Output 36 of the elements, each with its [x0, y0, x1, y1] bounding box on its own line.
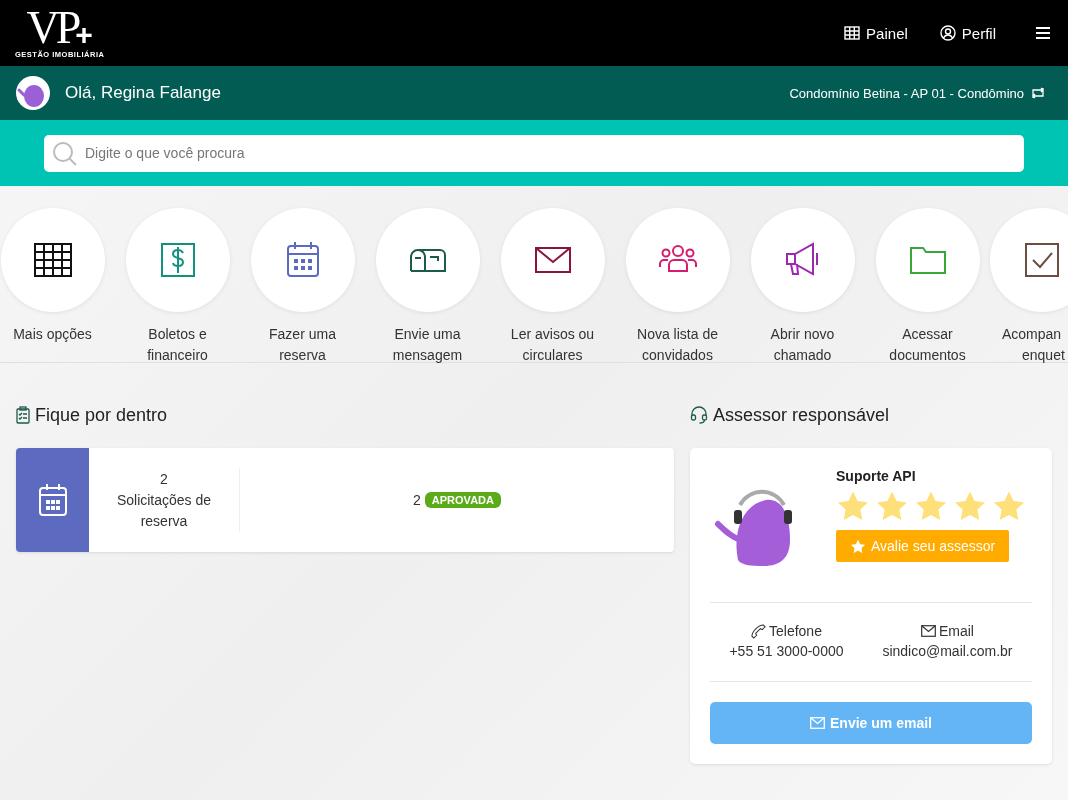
star-rating[interactable]	[836, 490, 1026, 522]
star-icon	[992, 490, 1026, 522]
status-count: 2	[413, 492, 421, 508]
unit-switch-link[interactable]: Condomínio Betina - AP 01 - Condômino	[789, 85, 1046, 101]
menu-icon[interactable]	[1036, 27, 1050, 39]
envelope-icon	[810, 717, 826, 729]
calendar-icon	[37, 483, 68, 517]
status-badge: APROVADA	[424, 492, 501, 508]
star-icon	[914, 490, 948, 522]
reservation-card[interactable]: 2 Solicitações de reserva 2 APROVADA	[16, 448, 674, 552]
profile-link[interactable]: Perfil	[939, 24, 996, 42]
section-title: Fique por dentro	[35, 404, 168, 426]
panel-link[interactable]: Painel	[844, 24, 908, 42]
star-icon	[875, 490, 909, 522]
phone-number: +55 51 3000-0000	[729, 643, 844, 659]
phone-label: Telefone	[769, 623, 822, 639]
email-label: Email	[938, 623, 974, 639]
request-label: Solicitações de reserva	[115, 490, 213, 531]
avatar[interactable]	[16, 76, 50, 110]
clipboard-icon	[16, 406, 30, 424]
phone-icon	[751, 623, 766, 639]
advisor-name: Suporte API	[836, 468, 917, 484]
headset-icon	[690, 406, 708, 424]
star-icon	[953, 490, 987, 522]
greeting: Olá, Regina Falange	[65, 83, 222, 103]
swap-icon	[1030, 87, 1046, 99]
section-title: Assessor responsável	[713, 404, 890, 426]
email-address: sindico@mail.com.br	[882, 643, 1013, 659]
search-icon	[52, 140, 78, 167]
user-icon	[939, 25, 956, 41]
star-icon	[850, 538, 866, 554]
grid-icon	[844, 26, 861, 40]
request-count: 2	[160, 469, 168, 489]
envelope-icon	[920, 625, 936, 637]
star-icon	[836, 490, 870, 522]
search-field[interactable]: Digite o que você procura	[44, 134, 1024, 172]
